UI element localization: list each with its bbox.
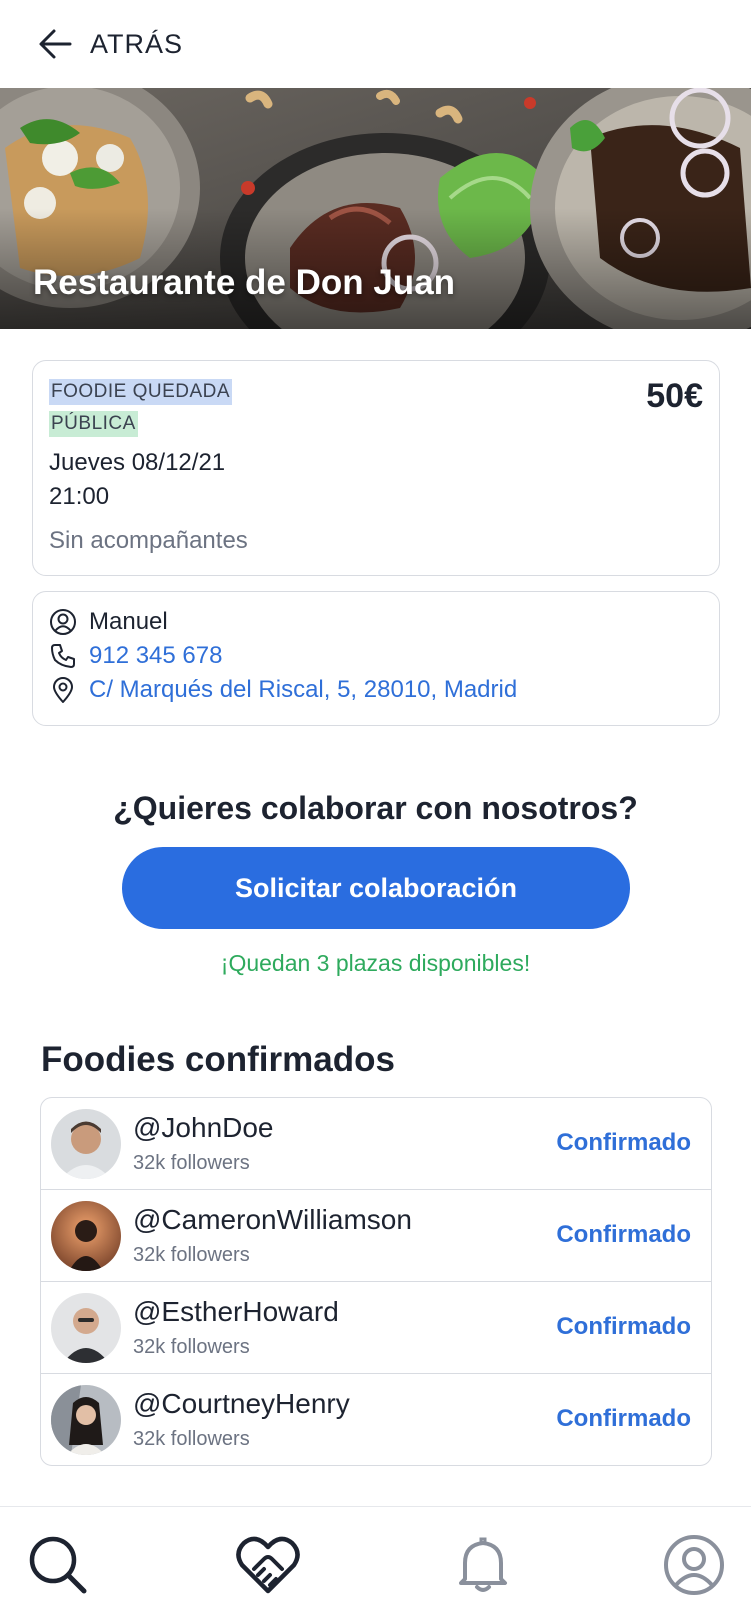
nav-search[interactable] — [26, 1533, 90, 1597]
status-badge[interactable]: Confirmado — [556, 1405, 691, 1433]
top-bar: ATRÁS — [0, 0, 751, 88]
request-collaboration-button[interactable]: Solicitar colaboración — [122, 847, 630, 929]
bell-icon — [459, 1537, 507, 1592]
status-badge[interactable]: Confirmado — [556, 1313, 691, 1341]
contact-address-row[interactable]: C/ Marqués del Riscal, 5, 28010, Madrid — [49, 676, 517, 704]
contact-phone-row[interactable]: 912 345 678 — [49, 642, 222, 670]
foodie-handle[interactable]: @JohnDoe — [133, 1112, 274, 1144]
visibility-badge: PÚBLICA — [49, 411, 138, 437]
avatar — [51, 1385, 121, 1455]
nav-collaborations[interactable] — [236, 1533, 300, 1597]
event-companions: Sin acompañantes — [49, 527, 248, 554]
list-item[interactable]: @JohnDoe 32k followers Confirmado — [41, 1098, 711, 1190]
phone-icon — [51, 644, 75, 668]
avatar — [51, 1109, 121, 1179]
list-item[interactable]: @CourtneyHenry 32k followers Confirmado — [41, 1374, 711, 1465]
contact-phone[interactable]: 912 345 678 — [89, 642, 222, 670]
event-type-badge: FOODIE QUEDADA — [49, 379, 233, 405]
foodie-handle[interactable]: @CourtneyHenry — [133, 1388, 350, 1420]
foodie-followers: 32k followers — [133, 1336, 250, 1358]
avatar — [51, 1293, 121, 1363]
back-button[interactable]: ATRÁS — [36, 24, 183, 64]
contact-address[interactable]: C/ Marqués del Riscal, 5, 28010, Madrid — [89, 676, 517, 704]
map-pin-icon — [53, 677, 73, 703]
user-circle-icon — [50, 609, 76, 635]
status-badge[interactable]: Confirmado — [556, 1221, 691, 1249]
foodie-handle[interactable]: @EstherHoward — [133, 1296, 339, 1328]
collab-question: ¿Quieres colaborar con nosotros? — [113, 790, 638, 826]
search-icon — [29, 1536, 87, 1594]
nav-notifications[interactable] — [451, 1533, 515, 1597]
foodie-followers: 32k followers — [133, 1152, 250, 1174]
list-item[interactable]: @EstherHoward 32k followers Confirmado — [41, 1282, 711, 1374]
foodies-list: @JohnDoe 32k followers Confirmado @Camer… — [40, 1097, 712, 1466]
list-item[interactable]: @CameronWilliamson 32k followers Confirm… — [41, 1190, 711, 1282]
user-circle-icon — [664, 1535, 724, 1595]
foodie-followers: 32k followers — [133, 1244, 250, 1266]
contact-name: Manuel — [89, 608, 168, 635]
foodie-followers: 32k followers — [133, 1428, 250, 1450]
seats-available: ¡Quedan 3 plazas disponibles! — [220, 950, 531, 976]
restaurant-name: Restaurante de Don Juan — [33, 263, 456, 302]
nav-profile[interactable] — [662, 1533, 726, 1597]
contact-card: Manuel 912 345 678 C/ Marqués del Riscal… — [32, 591, 720, 726]
avatar — [51, 1201, 121, 1271]
event-time: 21:00 — [49, 483, 110, 510]
handshake-heart-icon — [236, 1536, 300, 1594]
arrow-left-icon — [39, 29, 72, 59]
bottom-nav — [0, 1506, 751, 1619]
event-date: Jueves 08/12/21 — [49, 449, 226, 476]
foodies-title: Foodies confirmados — [41, 1040, 395, 1079]
event-card: FOODIE QUEDADA PÚBLICA 50€ Jueves 08/12/… — [32, 360, 720, 576]
foodie-handle[interactable]: @CameronWilliamson — [133, 1204, 412, 1236]
status-badge[interactable]: Confirmado — [556, 1129, 691, 1157]
contact-name-row: Manuel — [49, 608, 168, 636]
event-price: 50€ — [646, 377, 703, 415]
back-label: ATRÁS — [90, 28, 184, 59]
